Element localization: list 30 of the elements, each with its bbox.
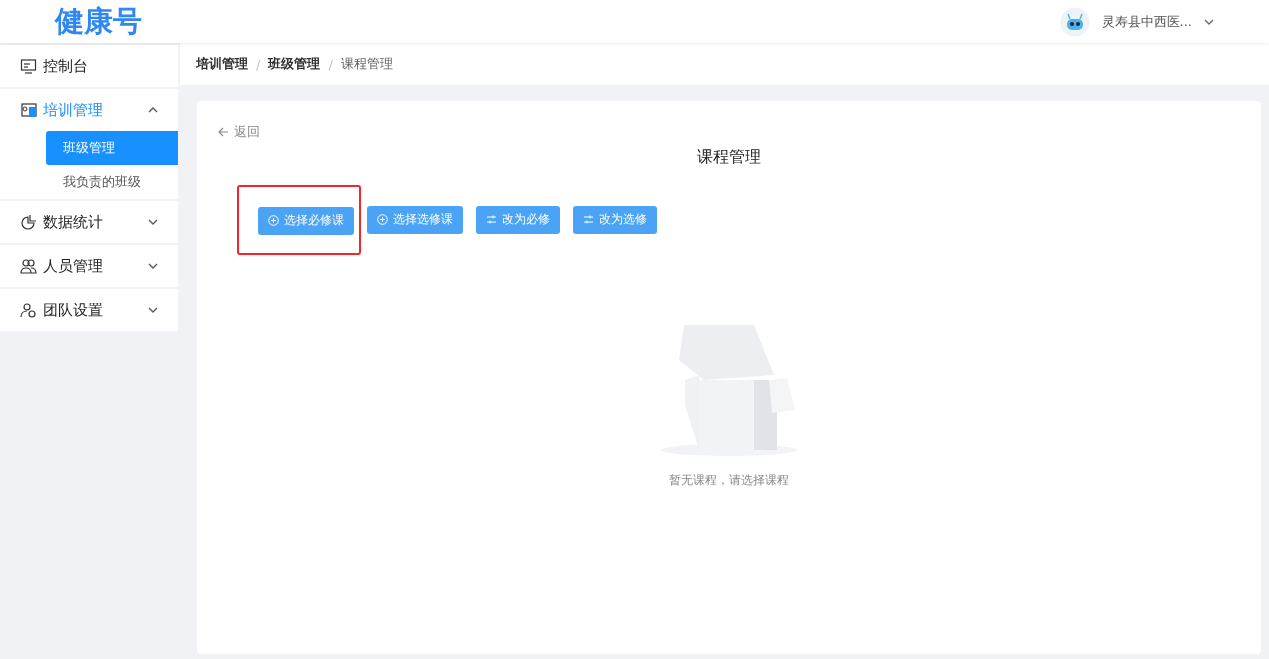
page-title: 课程管理 [696, 147, 762, 168]
chalkboard-icon [20, 101, 37, 119]
sidebar-item[interactable]: 数据统计 [0, 201, 178, 243]
user-gear-icon [20, 301, 37, 319]
sidebar-subitem[interactable]: 我负责的班级 [46, 165, 178, 199]
avatar-icon[interactable] [1059, 6, 1090, 37]
plus-circle-icon [377, 214, 388, 225]
chevron-down-icon [148, 307, 158, 313]
chevron-down-icon[interactable] [1204, 18, 1214, 25]
empty-message: 暂无课程，请选择课程 [669, 472, 789, 489]
sliders-icon [486, 214, 497, 225]
sliders-icon [583, 214, 594, 225]
pie-chart-icon [20, 213, 37, 231]
logo: 健康号 [55, 2, 142, 40]
back-link[interactable]: 返回 [218, 123, 260, 141]
arrow-left-icon [218, 127, 229, 137]
sidebar-item[interactable]: 控制台 [0, 45, 178, 87]
chevron-down-icon [148, 263, 158, 269]
breadcrumb-link[interactable]: 培训管理 [196, 55, 248, 73]
people-icon [20, 257, 37, 275]
breadcrumb-separator: / [256, 56, 261, 72]
breadcrumb-separator: / [328, 56, 333, 72]
monitor-icon [20, 57, 37, 75]
user-name[interactable]: 灵寿县中西医... [1101, 12, 1192, 31]
breadcrumb-link[interactable]: 班级管理 [268, 55, 321, 73]
sidebar-item[interactable]: 人员管理 [0, 245, 178, 287]
plus-circle-icon [268, 215, 279, 226]
chevron-up-icon [148, 107, 158, 113]
sidebar-item[interactable]: 团队设置 [0, 289, 178, 331]
chevron-down-icon [148, 219, 158, 225]
